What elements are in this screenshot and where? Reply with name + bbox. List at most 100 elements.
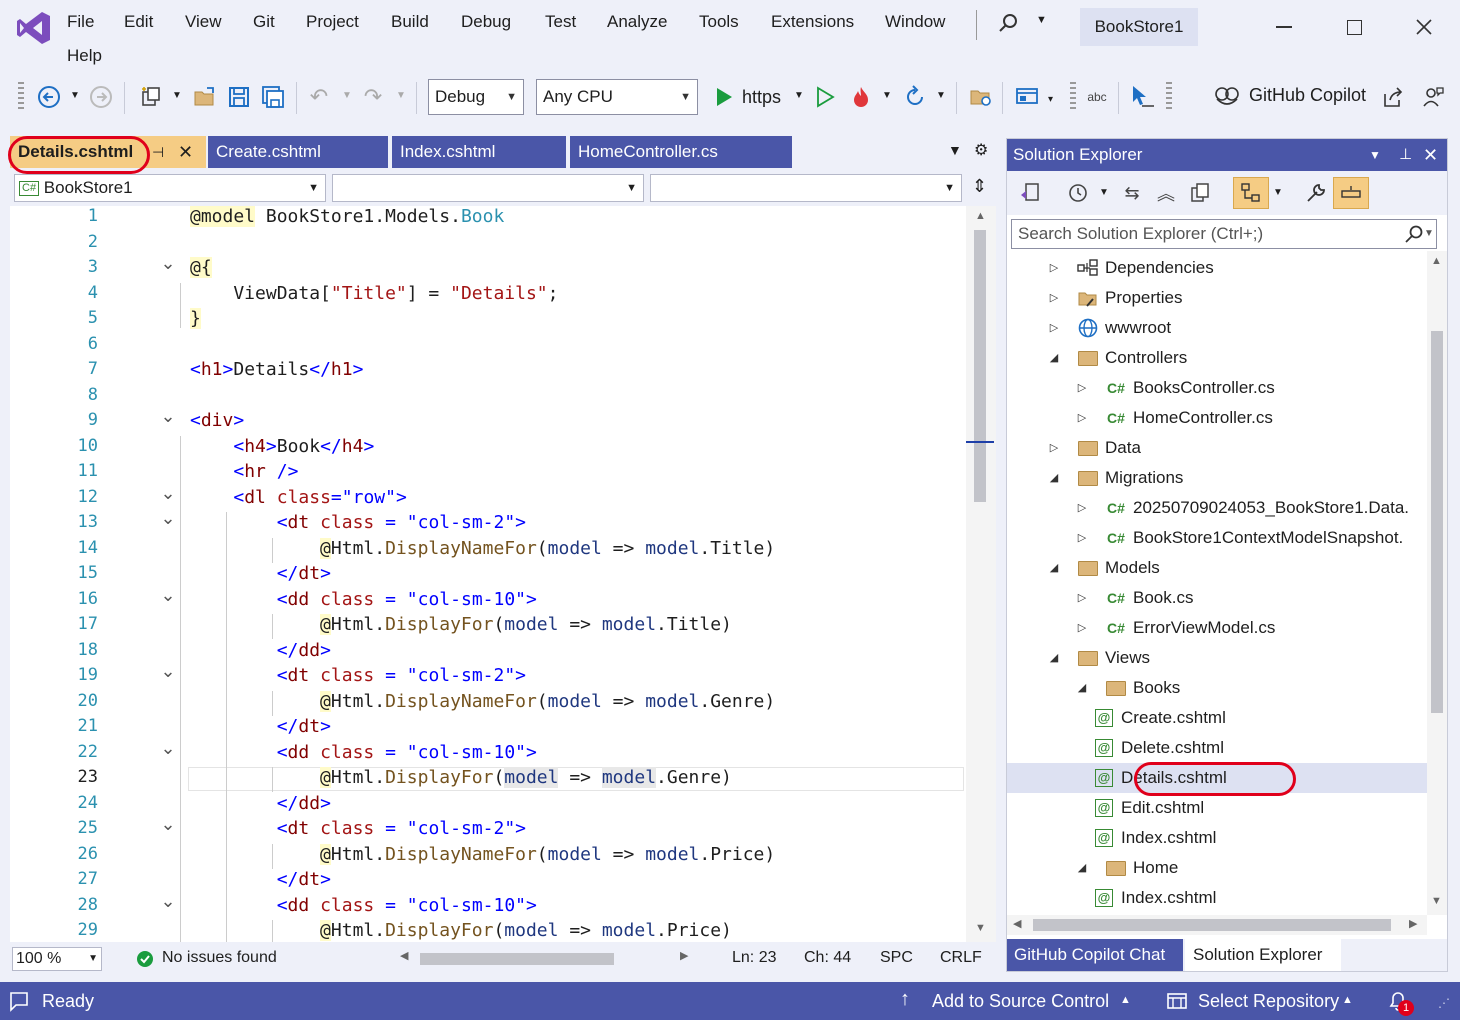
code-line[interactable]: 16 ⌄ <dd class = "col-sm-10"> bbox=[10, 586, 966, 615]
solution-explorer-search-input[interactable]: Search Solution Explorer (Ctrl+;) ▼ bbox=[1011, 219, 1437, 249]
tree-item[interactable]: ◢ Views bbox=[1007, 643, 1427, 673]
menu-view[interactable]: View bbox=[185, 12, 222, 32]
fold-chevron-icon[interactable]: ⌄ bbox=[160, 510, 176, 528]
navigate-back-button[interactable] bbox=[36, 84, 62, 110]
solution-platform-select[interactable]: Any CPU ▼ bbox=[536, 79, 698, 115]
editor-vertical-scrollbar[interactable]: ▲ ▼ bbox=[966, 206, 996, 942]
preview-selected-items-button[interactable] bbox=[1233, 177, 1269, 209]
tree-item[interactable]: ▷ C# Book.cs bbox=[1007, 583, 1427, 613]
collapsed-arrow-icon[interactable]: ▷ bbox=[1075, 493, 1089, 523]
expanded-arrow-icon[interactable]: ◢ bbox=[1047, 643, 1061, 673]
code-line[interactable]: 8 bbox=[10, 385, 966, 411]
collapsed-arrow-icon[interactable]: ▷ bbox=[1075, 373, 1089, 403]
fold-chevron-icon[interactable]: ⌄ bbox=[160, 255, 176, 273]
scrollbar-thumb[interactable] bbox=[1431, 331, 1443, 713]
tab-solution-explorer[interactable]: Solution Explorer bbox=[1185, 939, 1341, 971]
code-line[interactable]: 18 </dd> bbox=[10, 640, 966, 666]
hot-reload-dropdown-icon[interactable]: ▼ bbox=[882, 90, 892, 101]
add-to-source-control-button[interactable]: ↑ Add to Source Control ▲ bbox=[900, 986, 1136, 1016]
tree-item[interactable]: ▷ C# 20250709024053_BookStore1.Data. bbox=[1007, 493, 1427, 523]
column-indicator[interactable]: Ch: 44 bbox=[804, 949, 851, 967]
scroll-up-icon[interactable]: ▲ bbox=[1431, 255, 1442, 267]
visual-studio-logo-icon[interactable] bbox=[16, 10, 52, 46]
menu-test[interactable]: Test bbox=[545, 12, 576, 32]
tab-index-cshtml[interactable]: Index.cshtml bbox=[392, 136, 566, 168]
menu-extensions[interactable]: Extensions bbox=[771, 12, 854, 32]
browse-folder-button[interactable] bbox=[968, 84, 994, 110]
search-options-dropdown-icon[interactable]: ▼ bbox=[1424, 220, 1434, 248]
select-repository-button[interactable]: Select Repository ▲ bbox=[1166, 986, 1360, 1016]
code-line[interactable]: 13 ⌄ <dt class = "col-sm-2"> bbox=[10, 510, 966, 538]
expanded-arrow-icon[interactable]: ◢ bbox=[1075, 673, 1089, 703]
maximize-button[interactable] bbox=[1336, 10, 1372, 44]
fold-chevron-icon[interactable]: ⌄ bbox=[160, 663, 176, 681]
tree-item[interactable]: ◢ Home bbox=[1007, 853, 1427, 883]
tree-item[interactable]: ▷ C# HomeController.cs bbox=[1007, 403, 1427, 433]
code-line[interactable]: 23 @Html.DisplayFor(model => model.Genre… bbox=[10, 767, 966, 793]
menu-tools[interactable]: Tools bbox=[699, 12, 739, 32]
toolbar-grip[interactable] bbox=[18, 82, 24, 112]
tree-item[interactable]: ◢ Models bbox=[1007, 553, 1427, 583]
start-debugging-button[interactable]: https ▼ bbox=[710, 84, 810, 110]
code-line[interactable]: 14 @Html.DisplayNameFor(model => model.T… bbox=[10, 537, 966, 564]
toolbar-grip[interactable] bbox=[1166, 82, 1172, 112]
tree-item[interactable]: ▷ C# BookStore1ContextModelSnapshot. bbox=[1007, 523, 1427, 553]
code-line[interactable]: 29 @Html.DisplayFor(model => model.Price… bbox=[10, 920, 966, 942]
menu-edit[interactable]: Edit bbox=[124, 12, 153, 32]
code-line[interactable]: 5} bbox=[10, 308, 966, 334]
back-dropdown-icon[interactable]: ▼ bbox=[70, 90, 80, 101]
tree-item[interactable]: ◢ Migrations bbox=[1007, 463, 1427, 493]
spell-check-button[interactable]: abc bbox=[1084, 84, 1110, 110]
solution-configuration-select[interactable]: Debug ▼ bbox=[428, 79, 524, 115]
split-editor-icon[interactable]: ⇕ bbox=[972, 176, 987, 197]
preview-button[interactable] bbox=[1333, 177, 1369, 209]
line-ending-indicator[interactable]: CRLF bbox=[940, 949, 982, 967]
collapsed-arrow-icon[interactable]: ▷ bbox=[1075, 583, 1089, 613]
redo-dropdown-icon[interactable]: ▼ bbox=[396, 90, 406, 101]
minimize-button[interactable] bbox=[1266, 10, 1302, 44]
menu-project[interactable]: Project bbox=[306, 12, 359, 32]
expanded-arrow-icon[interactable]: ◢ bbox=[1047, 463, 1061, 493]
fold-chevron-icon[interactable]: ⌄ bbox=[160, 484, 176, 502]
collapsed-arrow-icon[interactable]: ▷ bbox=[1047, 313, 1061, 343]
spacing-indicator[interactable]: SPC bbox=[880, 949, 913, 967]
tree-item[interactable]: ◢ Controllers bbox=[1007, 343, 1427, 373]
collapsed-arrow-icon[interactable]: ▷ bbox=[1047, 433, 1061, 463]
code-line[interactable]: 12 ⌄ <dl class="row"> bbox=[10, 484, 966, 513]
code-line[interactable]: 4 ViewData["Title"] = "Details"; bbox=[10, 283, 966, 309]
menu-build[interactable]: Build bbox=[391, 12, 429, 32]
fold-chevron-icon[interactable]: ⌄ bbox=[160, 892, 176, 910]
tree-item[interactable]: ▷ Properties bbox=[1007, 283, 1427, 313]
collapsed-arrow-icon[interactable]: ▷ bbox=[1075, 523, 1089, 553]
undo-dropdown-icon[interactable]: ▼ bbox=[342, 90, 352, 101]
collapsed-arrow-icon[interactable]: ▷ bbox=[1047, 283, 1061, 313]
tree-item[interactable]: @ Index.cshtml bbox=[1007, 823, 1427, 853]
pending-changes-filter-button[interactable] bbox=[1065, 180, 1091, 206]
save-button[interactable] bbox=[226, 84, 252, 110]
tree-item[interactable]: ▷ wwwroot bbox=[1007, 313, 1427, 343]
scroll-left-icon[interactable]: ◀ bbox=[1013, 917, 1021, 930]
github-copilot-button[interactable]: GitHub Copilot bbox=[1214, 84, 1374, 110]
code-line[interactable]: 17 @Html.DisplayFor(model => model.Title… bbox=[10, 614, 966, 640]
code-line[interactable]: 26 @Html.DisplayNameFor(model => model.P… bbox=[10, 843, 966, 870]
code-line[interactable]: 21 </dt> bbox=[10, 716, 966, 742]
code-line[interactable]: 27 </dt> bbox=[10, 869, 966, 895]
code-line[interactable]: 1 @model BookStore1.Models.Book bbox=[10, 206, 966, 232]
window-layout-button[interactable] bbox=[1014, 84, 1040, 110]
collapsed-arrow-icon[interactable]: ▷ bbox=[1075, 613, 1089, 643]
tree-item[interactable]: ▷ C# ErrorViewModel.cs bbox=[1007, 613, 1427, 643]
tab-github-copilot-chat[interactable]: GitHub Copilot Chat bbox=[1007, 939, 1183, 971]
close-button[interactable] bbox=[1406, 10, 1442, 44]
expanded-arrow-icon[interactable]: ◢ bbox=[1047, 343, 1061, 373]
code-line[interactable]: 10 <h4>Book</h4> bbox=[10, 436, 966, 462]
code-line[interactable]: 28 ⌄ <dd class = "col-sm-10"> bbox=[10, 892, 966, 921]
restart-button[interactable] bbox=[902, 84, 928, 110]
toolbar-grip[interactable] bbox=[1070, 82, 1076, 112]
collapsed-arrow-icon[interactable]: ▷ bbox=[1075, 403, 1089, 433]
tree-item[interactable]: ▷ Data bbox=[1007, 433, 1427, 463]
close-icon[interactable]: ✕ bbox=[1423, 139, 1438, 171]
layout-dropdown-icon[interactable]: ▾ bbox=[1048, 94, 1053, 105]
type-scope-select[interactable]: ▼ bbox=[332, 174, 644, 202]
code-line[interactable]: 6 bbox=[10, 334, 966, 360]
project-scope-select[interactable]: C# BookStore1 ▼ bbox=[14, 174, 326, 202]
